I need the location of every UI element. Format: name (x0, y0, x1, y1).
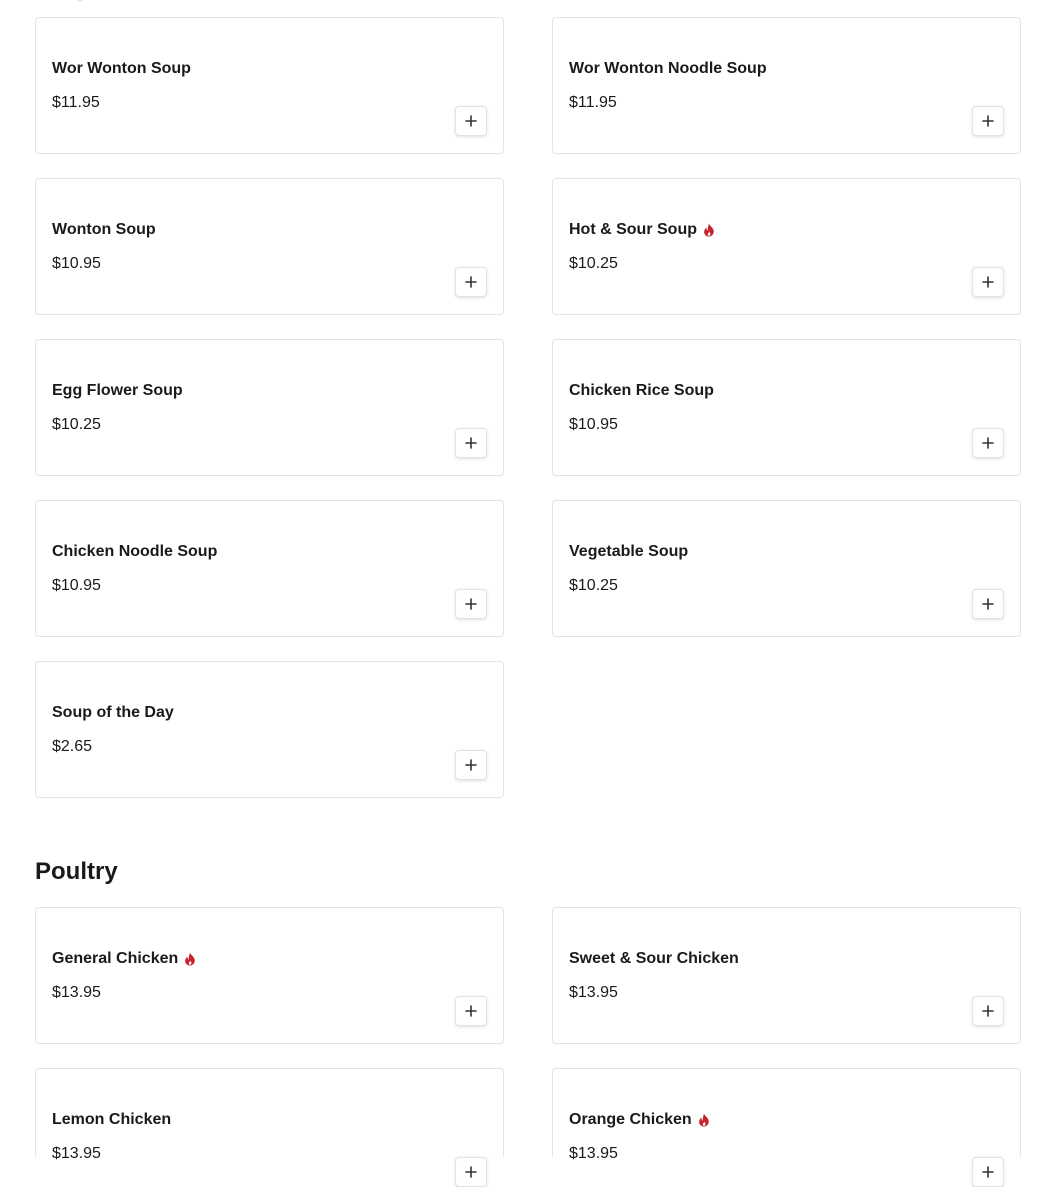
add-item-button[interactable] (455, 267, 487, 297)
add-item-button[interactable] (455, 1157, 487, 1187)
item-price: $10.25 (569, 255, 618, 272)
add-item-button[interactable] (972, 106, 1004, 136)
item-price: $10.95 (52, 577, 101, 594)
plus-icon (465, 437, 477, 449)
item-price: $11.95 (569, 94, 617, 111)
menu-item-card[interactable]: Chicken Noodle Soup $10.95 (35, 500, 504, 637)
plus-icon (465, 115, 477, 127)
menu-item-card[interactable]: Soup of the Day $2.65 (35, 661, 504, 798)
add-item-button[interactable] (455, 750, 487, 780)
item-price: $10.95 (569, 416, 618, 433)
menu-item-card[interactable]: Chicken Rice Soup $10.95 (552, 339, 1021, 476)
item-price: $13.95 (52, 1145, 101, 1162)
item-name: Vegetable Soup (569, 543, 689, 560)
menu-item-card[interactable]: Hot & Sour Soup $10.25 (552, 178, 1021, 315)
menu-item-card[interactable]: Wor Wonton Soup $11.95 (35, 17, 504, 154)
flame-icon (185, 952, 196, 966)
plus-icon (465, 759, 477, 771)
plus-icon (982, 598, 994, 610)
item-name: Lemon Chicken (52, 1111, 172, 1128)
menu-item-card[interactable]: Egg Flower Soup $10.25 (35, 339, 504, 476)
flame-icon (698, 1113, 709, 1127)
menu-item-card[interactable]: General Chicken $13.95 (35, 907, 504, 1044)
section-header-icon (76, 0, 84, 2)
item-price: $13.95 (569, 1145, 618, 1162)
menu-item-card[interactable]: Orange Chicken $13.95 (552, 1068, 1021, 1187)
item-name: Sweet & Sour Chicken (569, 950, 739, 967)
item-name: Hot & Sour Soup (569, 221, 715, 239)
item-name: General Chicken (52, 950, 196, 968)
plus-icon (982, 115, 994, 127)
plus-icon (982, 276, 994, 288)
add-item-button[interactable] (455, 589, 487, 619)
item-name: Chicken Noodle Soup (52, 543, 218, 560)
add-item-button[interactable] (455, 428, 487, 458)
plus-icon (982, 1005, 994, 1017)
item-price: $10.25 (52, 416, 101, 433)
add-item-button[interactable] (972, 428, 1004, 458)
plus-icon (465, 598, 477, 610)
add-item-button[interactable] (972, 589, 1004, 619)
item-price: $2.65 (52, 738, 93, 755)
item-name: Chicken Rice Soup (569, 382, 714, 399)
item-price: $11.95 (52, 94, 100, 111)
menu-item-card[interactable]: Vegetable Soup $10.25 (552, 500, 1021, 637)
plus-icon (465, 276, 477, 288)
section-title-poultry: Poultry (35, 858, 118, 885)
item-name: Soup of the Day (52, 704, 174, 721)
plus-icon (982, 437, 994, 449)
plus-icon (982, 1166, 994, 1178)
flame-icon (704, 223, 714, 237)
plus-icon (465, 1166, 477, 1178)
item-name: Wor Wonton Noodle Soup (569, 60, 767, 77)
item-price: $13.95 (569, 984, 618, 1001)
menu-page: Wor Wonton Soup $11.95 Wor Wonton Noodle… (0, 0, 1050, 1187)
item-price: $10.95 (52, 255, 101, 272)
add-item-button[interactable] (455, 996, 487, 1026)
add-item-button[interactable] (455, 106, 487, 136)
plus-icon (465, 1005, 477, 1017)
menu-item-card[interactable]: Wonton Soup $10.95 (35, 178, 504, 315)
item-name: Egg Flower Soup (52, 382, 183, 399)
item-name: Wor Wonton Soup (52, 60, 191, 77)
add-item-button[interactable] (972, 1157, 1004, 1187)
menu-item-card[interactable]: Sweet & Sour Chicken $13.95 (552, 907, 1021, 1044)
item-price: $13.95 (52, 984, 101, 1001)
item-name: Wonton Soup (52, 221, 156, 238)
add-item-button[interactable] (972, 996, 1004, 1026)
add-item-button[interactable] (972, 267, 1004, 297)
menu-item-card[interactable]: Wor Wonton Noodle Soup $11.95 (552, 17, 1021, 154)
item-name: Orange Chicken (569, 1111, 710, 1129)
item-price: $10.25 (569, 577, 618, 594)
menu-item-card[interactable]: Lemon Chicken $13.95 (35, 1068, 504, 1187)
